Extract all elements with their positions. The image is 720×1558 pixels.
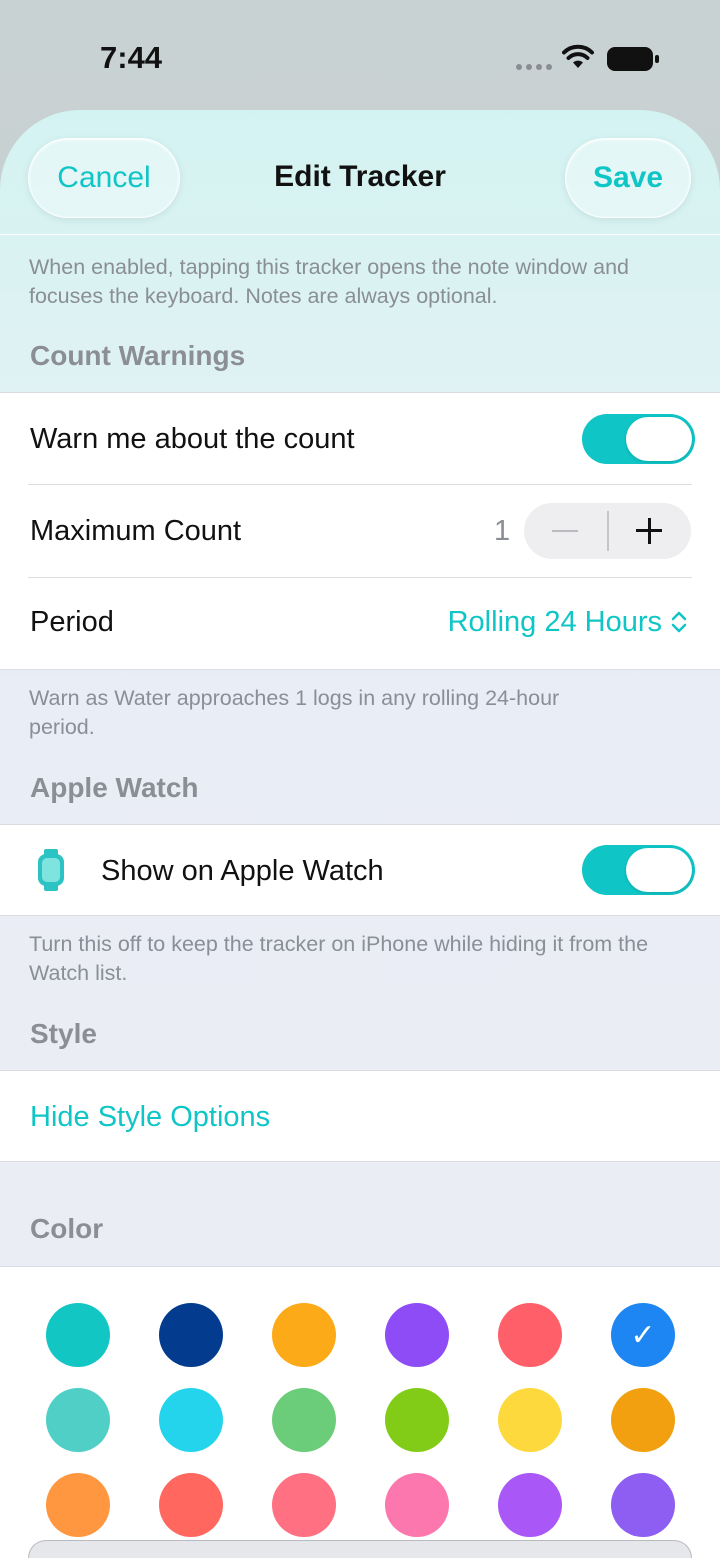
- period-row[interactable]: Period Rolling 24 Hours: [0, 578, 720, 670]
- wifi-icon: [562, 44, 594, 68]
- color-swatch[interactable]: [272, 1473, 336, 1537]
- status-bar: 7:44: [0, 0, 720, 110]
- underlying-sheet-edge: [28, 1540, 692, 1558]
- period-label: Period: [30, 606, 114, 638]
- toggle-knob: [626, 417, 692, 461]
- period-picker[interactable]: Rolling 24 Hours: [448, 606, 662, 639]
- battery-icon: [607, 47, 659, 71]
- color-swatch[interactable]: [385, 1473, 449, 1537]
- maximum-count-value: 1: [494, 515, 511, 547]
- apple-watch-footer: Turn this off to keep the tracker on iPh…: [29, 932, 649, 985]
- color-swatch[interactable]: [385, 1303, 449, 1367]
- apple-watch-icon: [38, 849, 64, 891]
- show-on-watch-row[interactable]: Show on Apple Watch: [0, 825, 720, 915]
- color-swatch[interactable]: [159, 1388, 223, 1452]
- toggle-knob: [626, 848, 692, 892]
- color-swatch[interactable]: [611, 1388, 675, 1452]
- color-swatch[interactable]: [46, 1303, 110, 1367]
- color-swatch[interactable]: [272, 1388, 336, 1452]
- apple-watch-header: Apple Watch: [30, 772, 199, 803]
- color-swatch[interactable]: [498, 1473, 562, 1537]
- count-warnings-footer: Warn as Water approaches 1 logs in any r…: [29, 686, 560, 739]
- navigation-bar: Cancel Edit Tracker Save: [0, 110, 720, 236]
- count-warnings-header: Count Warnings: [30, 340, 246, 371]
- cellular-signal-icon: [516, 64, 552, 72]
- stepper-divider: [607, 511, 609, 551]
- save-button[interactable]: Save: [565, 138, 691, 218]
- apple-watch-group: Show on Apple Watch: [0, 824, 720, 916]
- maximum-count-label: Maximum Count: [30, 515, 242, 547]
- color-swatch[interactable]: [159, 1303, 223, 1367]
- hide-style-options-button[interactable]: Hide Style Options: [30, 1101, 270, 1134]
- status-time: 7:44: [100, 40, 163, 75]
- color-swatch[interactable]: [611, 1473, 675, 1537]
- color-swatch[interactable]: [159, 1473, 223, 1537]
- style-group: Hide Style Options: [0, 1070, 720, 1162]
- show-on-watch-toggle[interactable]: [582, 845, 695, 895]
- color-swatch[interactable]: [498, 1388, 562, 1452]
- maximum-count-stepper: [524, 503, 691, 559]
- color-swatch[interactable]: [385, 1388, 449, 1452]
- warn-row[interactable]: Warn me about the count: [0, 393, 720, 485]
- note-footer-text: When enabled, tapping this tracker opens…: [29, 255, 630, 308]
- warn-toggle[interactable]: [582, 414, 695, 464]
- count-warnings-group: Warn me about the count Maximum Count 1 …: [0, 392, 720, 670]
- color-swatch[interactable]: [498, 1303, 562, 1367]
- color-swatch[interactable]: [46, 1388, 110, 1452]
- maximum-count-row: Maximum Count 1: [0, 485, 720, 577]
- color-header: Color: [30, 1213, 104, 1244]
- color-swatch[interactable]: [46, 1473, 110, 1537]
- edit-tracker-sheet: Cancel Edit Tracker Save When enabled, t…: [0, 110, 720, 1558]
- style-header: Style: [30, 1018, 97, 1049]
- chevron-up-down-icon: [671, 611, 687, 633]
- plus-icon-vertical: [648, 518, 651, 544]
- color-swatch[interactable]: ✓: [611, 1303, 675, 1367]
- color-swatch[interactable]: [272, 1303, 336, 1367]
- color-picker: ✓: [0, 1266, 720, 1558]
- decrement-button[interactable]: [552, 530, 578, 532]
- nav-divider: [0, 234, 720, 235]
- show-on-watch-label: Show on Apple Watch: [101, 855, 384, 887]
- warn-label: Warn me about the count: [30, 423, 355, 455]
- checkmark-icon: ✓: [630, 1318, 656, 1352]
